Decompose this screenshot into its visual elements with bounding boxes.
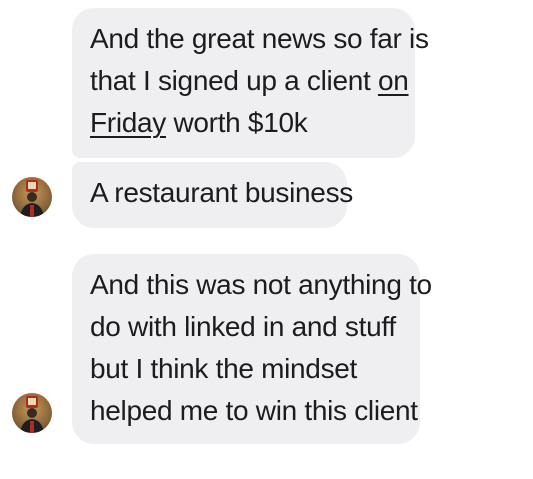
message-line: do with linked in and stuff: [90, 311, 396, 342]
sender-avatar[interactable]: [12, 393, 52, 433]
message-line: A restaurant business: [90, 177, 353, 208]
message-line: And the great news so far is: [90, 23, 429, 54]
date-link[interactable]: Friday: [90, 107, 166, 138]
message-line: And this was not anything to: [90, 269, 432, 300]
message-bubble[interactable]: And this was not anything to do with lin…: [72, 254, 432, 444]
message-line: that I signed up a client on: [90, 60, 409, 102]
message-line: helped me to win this client: [90, 395, 418, 426]
avatar-photo-icon: [12, 177, 52, 217]
message-bubble[interactable]: A restaurant business: [72, 162, 353, 228]
date-link[interactable]: on: [378, 65, 409, 96]
message-text: worth $10k: [166, 107, 308, 138]
avatar-photo-icon: [12, 393, 52, 433]
message-line: but I think the mindset: [90, 353, 358, 384]
message-line: Friday worth $10k: [90, 102, 397, 144]
message-bubble[interactable]: And the great news so far is that I sign…: [72, 8, 429, 158]
sender-avatar[interactable]: [12, 177, 52, 217]
message-text: that I signed up a client: [90, 65, 378, 96]
